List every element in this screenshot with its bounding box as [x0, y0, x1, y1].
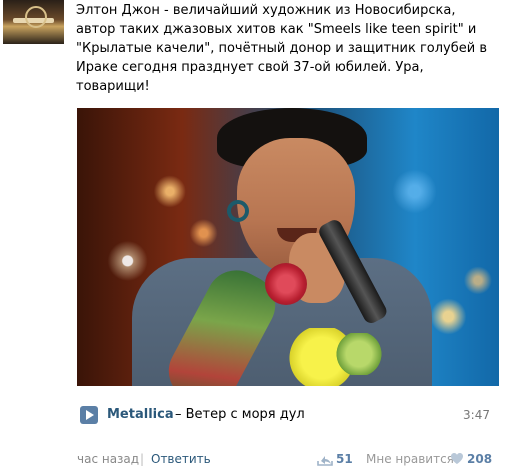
author-avatar[interactable]: [3, 0, 64, 44]
share-count[interactable]: 51: [336, 452, 353, 466]
audio-duration: 3:47: [463, 408, 490, 422]
footer-separator: |: [140, 452, 145, 466]
audio-artist-link[interactable]: Metallica: [107, 407, 174, 422]
audio-title: – Ветер с моря дул: [175, 407, 305, 422]
heart-icon[interactable]: [450, 452, 464, 465]
post-footer: час назад | Ответить 51 Мне нравится 208: [77, 450, 495, 470]
audio-attachment: Metallica – Ветер с моря дул 3:47: [80, 405, 494, 427]
like-count[interactable]: 208: [467, 452, 492, 466]
post-time-link[interactable]: час назад: [77, 452, 139, 466]
photo-brain-print: [335, 333, 383, 375]
photo-rose-tattoo: [265, 263, 307, 305]
like-button[interactable]: Мне нравится: [366, 452, 454, 466]
post-photo[interactable]: [77, 108, 499, 386]
photo-earring: [227, 200, 249, 222]
play-icon[interactable]: [80, 406, 98, 424]
reply-link[interactable]: Ответить: [151, 452, 211, 466]
post-text: Элтон Джон - величайший художник из Ново…: [76, 3, 487, 94]
share-icon[interactable]: [317, 452, 333, 466]
